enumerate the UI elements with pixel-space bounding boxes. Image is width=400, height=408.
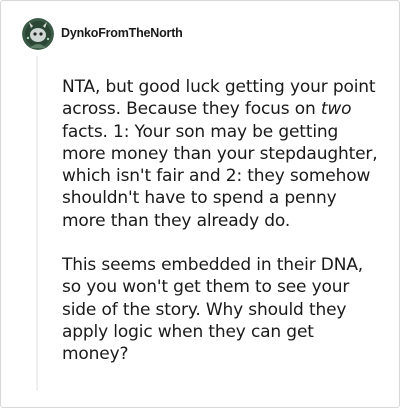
comment-paragraph-2: This seems embedded in their DNA, so you… — [62, 255, 364, 365]
comment-card: DynkoFromTheNorth NTA, but good luck get… — [0, 0, 400, 408]
comment-text: facts. 1: Your son may be getting more m… — [62, 121, 378, 231]
comment-body: NTA, but good luck getting your point ac… — [62, 76, 380, 366]
user-avatar-icon[interactable] — [22, 18, 54, 50]
thread-line[interactable] — [36, 56, 38, 391]
comment-author[interactable]: DynkoFromTheNorth — [61, 25, 183, 41]
comment-paragraph-1: NTA, but good luck getting your point ac… — [62, 76, 380, 232]
comment-emphasis: two — [320, 99, 352, 120]
